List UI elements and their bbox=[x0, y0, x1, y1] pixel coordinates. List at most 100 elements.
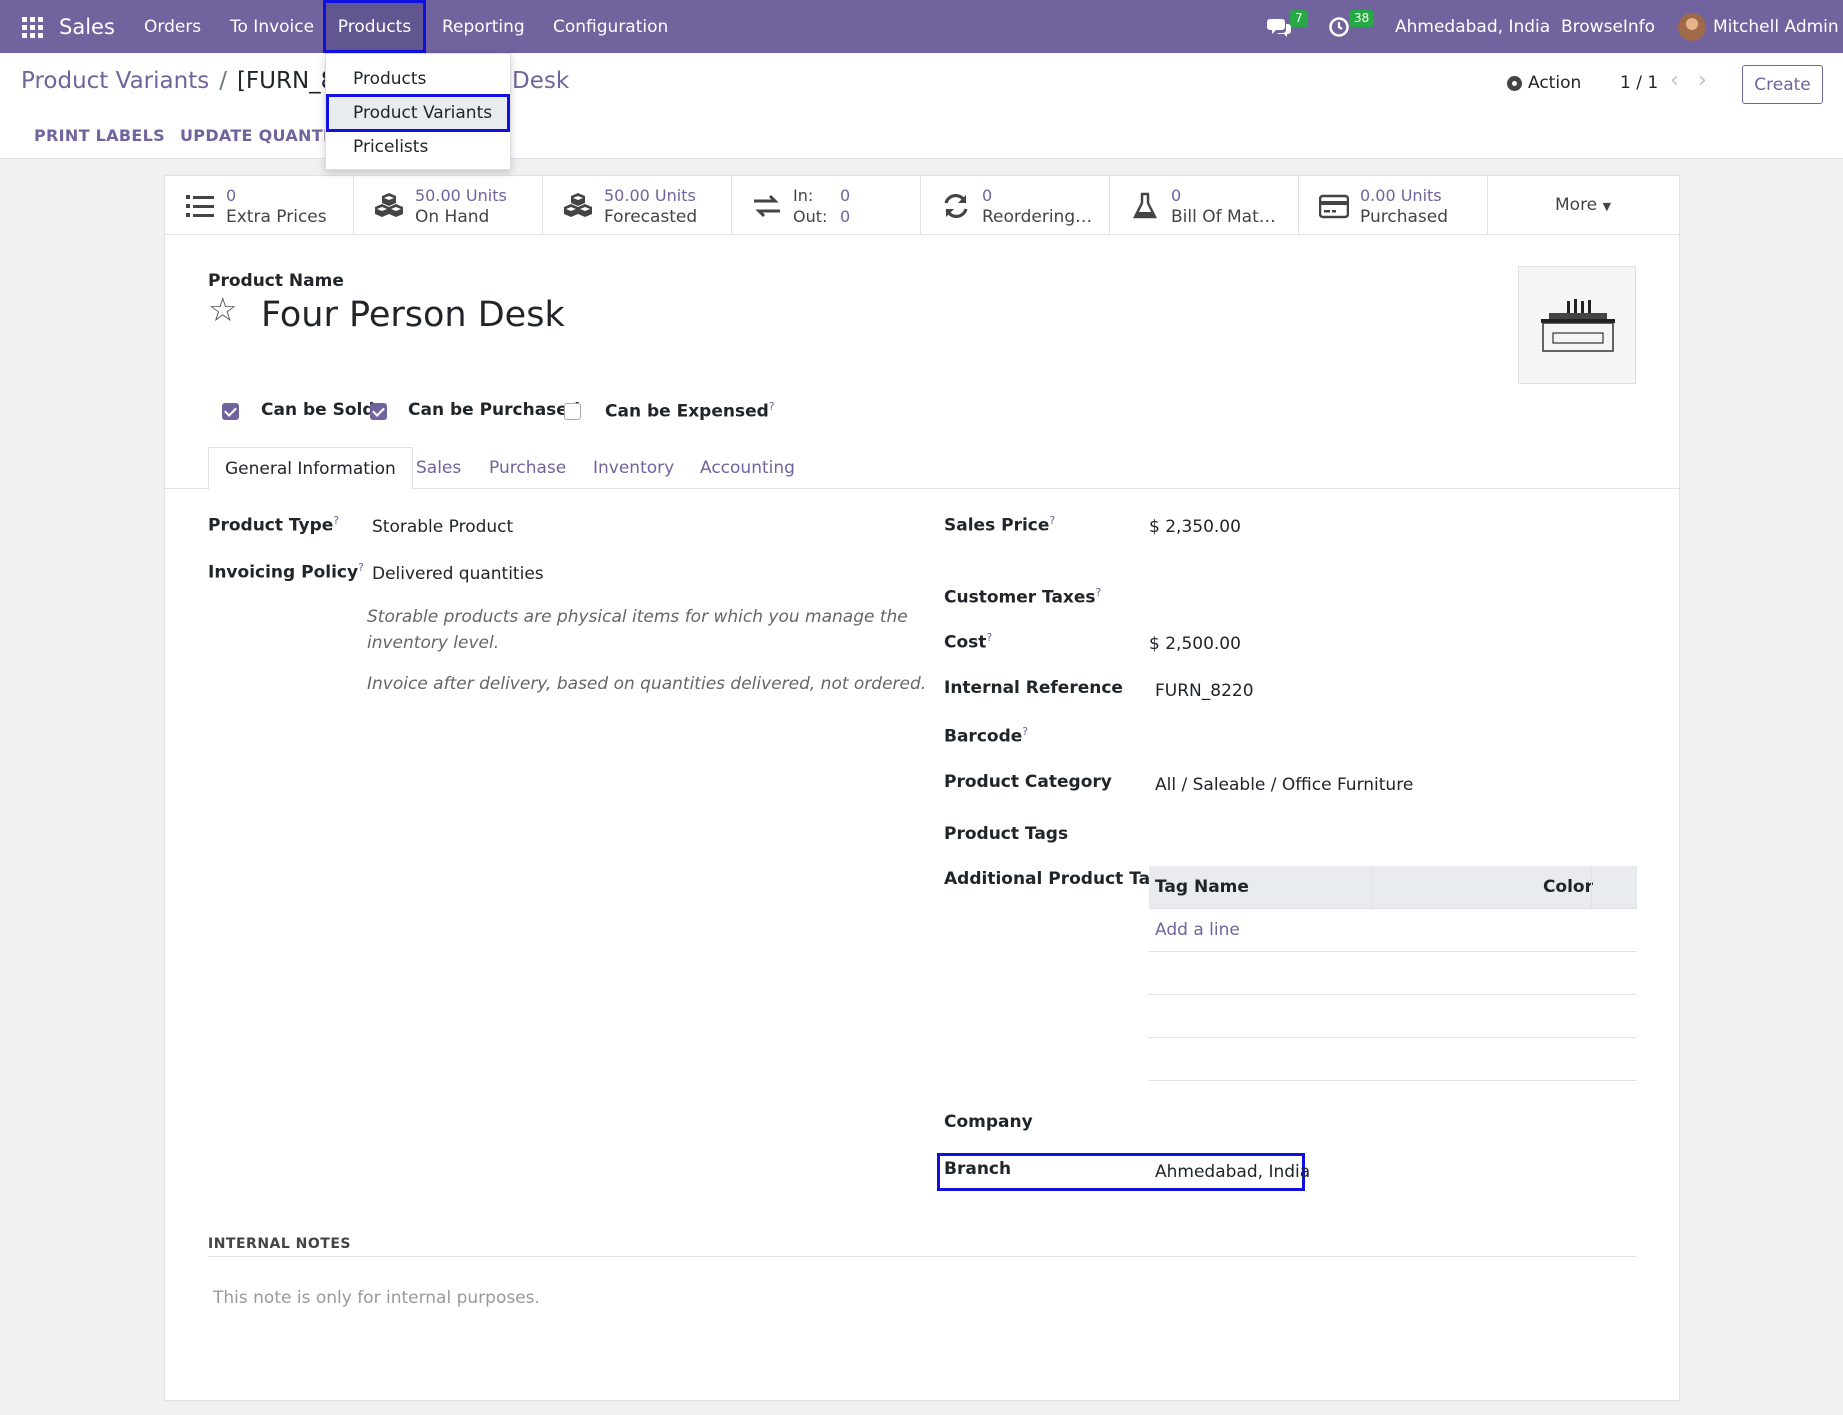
column-color[interactable]: Color bbox=[1543, 877, 1593, 897]
product-type-label: Product Type? bbox=[208, 514, 340, 536]
company-switcher[interactable]: BrowseInfo bbox=[1561, 0, 1655, 53]
tab-purchase[interactable]: Purchase bbox=[489, 447, 566, 489]
stat-bill-of-materials[interactable]: 0 Bill Of Mat… bbox=[1110, 176, 1299, 235]
product-type-help: Storable products are physical items for… bbox=[367, 607, 908, 653]
app-name[interactable]: Sales bbox=[59, 0, 115, 53]
internal-reference-value[interactable]: FURN_8220 bbox=[1155, 681, 1254, 701]
sales-price-label: Sales Price? bbox=[944, 514, 1056, 536]
stat-forecasted[interactable]: 50.00 Units Forecasted bbox=[543, 176, 732, 235]
stat-purchased-value: 0.00 Units bbox=[1360, 186, 1442, 205]
stat-out-value: 0 bbox=[840, 207, 851, 226]
barcode-label: Barcode? bbox=[944, 725, 1029, 747]
stat-extra-prices-value: 0 bbox=[226, 186, 237, 205]
product-name-label: Product Name bbox=[208, 271, 344, 291]
breadcrumb-current: [FURN_8 bbox=[236, 68, 336, 94]
cubes-icon bbox=[375, 193, 403, 217]
can-be-expensed-checkbox[interactable] bbox=[564, 403, 581, 420]
dropdown-item-product-variants[interactable]: Product Variants bbox=[326, 94, 510, 132]
breadcrumb-separator: / bbox=[219, 68, 227, 94]
branch-switcher[interactable]: Ahmedabad, India bbox=[1395, 0, 1550, 53]
stat-reordering-value: 0 bbox=[982, 186, 993, 205]
stat-in-label: In: bbox=[793, 186, 814, 205]
add-line-link[interactable]: Add a line bbox=[1155, 920, 1240, 940]
menu-reporting[interactable]: Reporting bbox=[442, 0, 525, 53]
user-avatar[interactable] bbox=[1678, 13, 1706, 41]
breadcrumb-current-tail: Desk bbox=[512, 68, 570, 94]
product-tags-label: Product Tags bbox=[944, 824, 1069, 844]
tab-inventory[interactable]: Inventory bbox=[593, 447, 674, 489]
more-stats-button[interactable]: More ▼ bbox=[1555, 195, 1611, 215]
stat-forecasted-label: Forecasted bbox=[604, 207, 698, 227]
can-be-expensed-text: Can be Expensed bbox=[605, 401, 769, 422]
stat-forecasted-value: 50.00 Units bbox=[604, 186, 696, 205]
stat-out-label: Out: bbox=[793, 207, 828, 226]
table-row bbox=[1149, 1038, 1637, 1081]
company-label: Company bbox=[944, 1112, 1033, 1132]
tab-accounting[interactable]: Accounting bbox=[700, 447, 795, 489]
form-sheet: 0 Extra Prices 50.00 Units On Hand 50.00… bbox=[164, 175, 1680, 1401]
product-name-value[interactable]: Four Person Desk bbox=[261, 295, 565, 335]
activity-clock-icon[interactable] bbox=[1328, 0, 1350, 53]
menu-products[interactable]: Products bbox=[323, 0, 426, 53]
chevron-left-icon[interactable]: ‹ bbox=[1670, 68, 1679, 93]
pager-value[interactable]: 1 / 1 bbox=[1620, 73, 1658, 93]
branch-label: Branch bbox=[944, 1159, 1012, 1179]
help-icon[interactable]: ? bbox=[769, 400, 775, 413]
column-tag-name[interactable]: Tag Name bbox=[1155, 877, 1249, 897]
stat-on-hand[interactable]: 50.00 Units On Hand bbox=[354, 176, 543, 235]
dropdown-item-pricelists[interactable]: Pricelists bbox=[326, 130, 512, 163]
stat-purchased-label: Purchased bbox=[1360, 207, 1448, 227]
product-type-value[interactable]: Storable Product bbox=[372, 517, 513, 537]
dropdown-item-products[interactable]: Products bbox=[326, 62, 512, 95]
print-labels-button[interactable]: PRINT LABELS bbox=[34, 126, 165, 145]
activity-badge: 38 bbox=[1349, 10, 1375, 27]
can-be-sold-label: Can be Sold bbox=[261, 400, 375, 420]
internal-notes-field[interactable]: This note is only for internal purposes. bbox=[213, 1288, 540, 1308]
menu-configuration[interactable]: Configuration bbox=[553, 0, 668, 53]
stat-reordering[interactable]: 0 Reordering… bbox=[921, 176, 1110, 235]
product-category-value[interactable]: All / Saleable / Office Furniture bbox=[1155, 775, 1413, 795]
stat-extra-prices[interactable]: 0 Extra Prices bbox=[165, 176, 354, 235]
tab-sales[interactable]: Sales bbox=[416, 447, 461, 489]
flask-icon bbox=[1132, 192, 1158, 219]
apps-menu-icon[interactable] bbox=[22, 17, 43, 38]
tab-general-information[interactable]: General Information bbox=[208, 447, 413, 490]
product-image[interactable] bbox=[1518, 266, 1636, 384]
create-button[interactable]: Create bbox=[1742, 65, 1823, 104]
cost-label: Cost? bbox=[944, 631, 993, 653]
breadcrumb-parent[interactable]: Product Variants bbox=[21, 68, 209, 94]
update-quantity-button[interactable]: UPDATE QUANTIT bbox=[180, 126, 340, 145]
invoicing-policy-help: Invoice after delivery, based on quantit… bbox=[367, 674, 927, 694]
action-menu-button[interactable]: Action bbox=[1507, 73, 1581, 93]
internal-notes-title: INTERNAL NOTES bbox=[208, 1236, 351, 1252]
table-row: Add a line bbox=[1149, 909, 1637, 952]
chat-icon[interactable] bbox=[1267, 0, 1291, 53]
products-dropdown: Products Product Variants Pricelists bbox=[325, 53, 511, 170]
chevron-right-icon[interactable]: › bbox=[1698, 68, 1707, 93]
action-label: Action bbox=[1528, 73, 1582, 93]
can-be-purchased-checkbox[interactable] bbox=[370, 403, 387, 420]
sales-price-value[interactable]: $ 2,350.00 bbox=[1149, 517, 1241, 537]
exchange-icon bbox=[754, 194, 780, 218]
divider bbox=[208, 1256, 1636, 1257]
user-menu[interactable]: Mitchell Admin bbox=[1713, 0, 1839, 53]
gear-icon bbox=[1507, 75, 1522, 91]
credit-card-icon bbox=[1319, 194, 1349, 219]
invoicing-policy-label: Invoicing Policy? bbox=[208, 561, 364, 583]
branch-value[interactable]: Ahmedabad, India bbox=[1155, 1162, 1310, 1182]
stat-in-out[interactable]: In: 0 Out: 0 bbox=[732, 176, 921, 235]
invoicing-policy-value[interactable]: Delivered quantities bbox=[372, 564, 544, 584]
notebook-tabs: General Information Sales Purchase Inven… bbox=[165, 447, 1679, 490]
refresh-icon bbox=[944, 193, 968, 219]
additional-product-tag-label: Additional Product Tag bbox=[944, 869, 1163, 889]
product-category-label: Product Category bbox=[944, 772, 1112, 792]
star-icon[interactable]: ☆ bbox=[208, 293, 238, 326]
table-row bbox=[1149, 995, 1637, 1038]
stat-purchased[interactable]: 0.00 Units Purchased bbox=[1299, 176, 1488, 235]
stat-bom-value: 0 bbox=[1171, 186, 1182, 205]
menu-to-invoice[interactable]: To Invoice bbox=[230, 0, 314, 53]
list-icon bbox=[186, 195, 214, 217]
can-be-sold-checkbox[interactable] bbox=[222, 403, 239, 420]
menu-orders[interactable]: Orders bbox=[144, 0, 201, 53]
cost-value[interactable]: $ 2,500.00 bbox=[1149, 634, 1241, 654]
